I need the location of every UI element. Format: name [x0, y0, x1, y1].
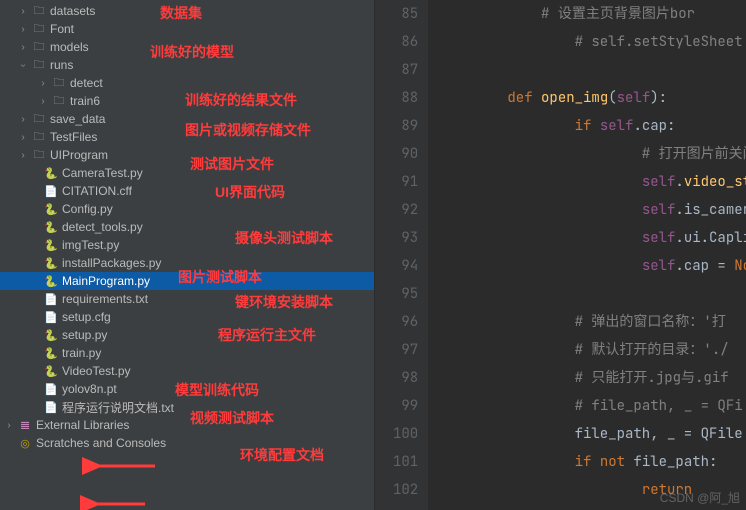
tree-label: TestFiles [50, 130, 97, 144]
config-file-icon: 📄 [43, 309, 59, 325]
tree-item-citation[interactable]: 📄CITATION.cff [0, 182, 374, 200]
libraries-icon: 𝌆 [17, 417, 33, 433]
python-file-icon: 🐍 [43, 165, 59, 181]
tree-item-yolov8n[interactable]: 📄yolov8n.pt [0, 380, 374, 398]
python-file-icon: 🐍 [43, 219, 59, 235]
tree-label: MainProgram.py [62, 274, 150, 288]
folder-icon: 🗀 [51, 75, 67, 91]
code-area[interactable]: # 设置主页背景图片bor # self.setStyleSheet def o… [428, 0, 746, 510]
tree-label: yolov8n.pt [62, 382, 117, 396]
tree-label: External Libraries [36, 418, 129, 432]
scratches-icon: ◎ [17, 435, 33, 451]
python-file-icon: 🐍 [43, 327, 59, 343]
tree-item-font[interactable]: ›🗀Font [0, 20, 374, 38]
tree-label: save_data [50, 112, 105, 126]
watermark: CSDN @阿_旭 [660, 489, 740, 506]
tree-item-detect[interactable]: ›🗀detect [0, 74, 374, 92]
tree-item-requirements[interactable]: 📄requirements.txt [0, 290, 374, 308]
tree-item-savedata[interactable]: ›🗀save_data [0, 110, 374, 128]
tree-label: VideoTest.py [62, 364, 131, 378]
line-gutter: 85 86 87 88 89 90 91 92 93 94 95 96 97 9… [375, 0, 428, 510]
tree-item-train[interactable]: 🐍train.py [0, 344, 374, 362]
python-file-icon: 🐍 [43, 255, 59, 271]
project-tree-panel[interactable]: ›🗀datasets ›🗀Font ›🗀models ›🗀runs ›🗀dete… [0, 0, 375, 510]
tree-label: models [50, 40, 89, 54]
tree-label: 程序运行说明文档.txt [62, 399, 174, 416]
tree-label: UIProgram [50, 148, 108, 162]
folder-icon: 🗀 [31, 21, 47, 37]
tree-item-readme[interactable]: 📄程序运行说明文档.txt [0, 398, 374, 416]
python-file-icon: 🐍 [43, 201, 59, 217]
tree-item-runs[interactable]: ›🗀runs [0, 56, 374, 74]
python-file-icon: 🐍 [43, 363, 59, 379]
tree-label: requirements.txt [62, 292, 148, 306]
folder-icon: 🗀 [31, 3, 47, 19]
project-tree: ›🗀datasets ›🗀Font ›🗀models ›🗀runs ›🗀dete… [0, 0, 374, 454]
tree-label: train.py [62, 346, 101, 360]
tree-item-installpkgs[interactable]: 🐍installPackages.py [0, 254, 374, 272]
tree-label: setup.py [62, 328, 107, 342]
tree-item-datasets[interactable]: ›🗀datasets [0, 2, 374, 20]
tree-label: setup.cfg [62, 310, 111, 324]
folder-icon: 🗀 [31, 111, 47, 127]
tree-item-imgtest[interactable]: 🐍imgTest.py [0, 236, 374, 254]
folder-icon: 🗀 [51, 93, 67, 109]
tree-item-scratches[interactable]: ◎Scratches and Consoles [0, 434, 374, 452]
text-file-icon: 📄 [43, 399, 59, 415]
python-file-icon: 🐍 [43, 345, 59, 361]
tree-label: Scratches and Consoles [36, 436, 166, 450]
code-editor[interactable]: 85 86 87 88 89 90 91 92 93 94 95 96 97 9… [375, 0, 746, 510]
tree-label: installPackages.py [62, 256, 161, 270]
tree-label: detect [70, 76, 103, 90]
tree-item-external-libraries[interactable]: ›𝌆External Libraries [0, 416, 374, 434]
folder-icon: 🗀 [31, 57, 47, 73]
tree-item-detecttools[interactable]: 🐍detect_tools.py [0, 218, 374, 236]
tree-label: datasets [50, 4, 95, 18]
python-file-icon: 🐍 [43, 273, 59, 289]
folder-icon: 🗀 [31, 147, 47, 163]
tree-item-uiprogram[interactable]: ›🗀UIProgram [0, 146, 374, 164]
tree-item-setupcfg[interactable]: 📄setup.cfg [0, 308, 374, 326]
folder-icon: 🗀 [31, 39, 47, 55]
text-file-icon: 📄 [43, 291, 59, 307]
tree-label: imgTest.py [62, 238, 119, 252]
file-icon: 📄 [43, 381, 59, 397]
tree-item-videotest[interactable]: 🐍VideoTest.py [0, 362, 374, 380]
tree-label: detect_tools.py [62, 220, 143, 234]
tree-label: Font [50, 22, 74, 36]
tree-label: CameraTest.py [62, 166, 143, 180]
python-file-icon: 🐍 [43, 237, 59, 253]
folder-icon: 🗀 [31, 129, 47, 145]
tree-label: train6 [70, 94, 100, 108]
tree-item-testfiles[interactable]: ›🗀TestFiles [0, 128, 374, 146]
file-icon: 📄 [43, 183, 59, 199]
tree-item-setuppy[interactable]: 🐍setup.py [0, 326, 374, 344]
tree-item-mainprogram[interactable]: 🐍MainProgram.py [0, 272, 374, 290]
tree-label: Config.py [62, 202, 113, 216]
tree-item-models[interactable]: ›🗀models [0, 38, 374, 56]
tree-item-cameratest[interactable]: 🐍CameraTest.py [0, 164, 374, 182]
tree-item-config[interactable]: 🐍Config.py [0, 200, 374, 218]
tree-label: runs [50, 58, 73, 72]
tree-item-train6[interactable]: ›🗀train6 [0, 92, 374, 110]
tree-label: CITATION.cff [62, 184, 132, 198]
